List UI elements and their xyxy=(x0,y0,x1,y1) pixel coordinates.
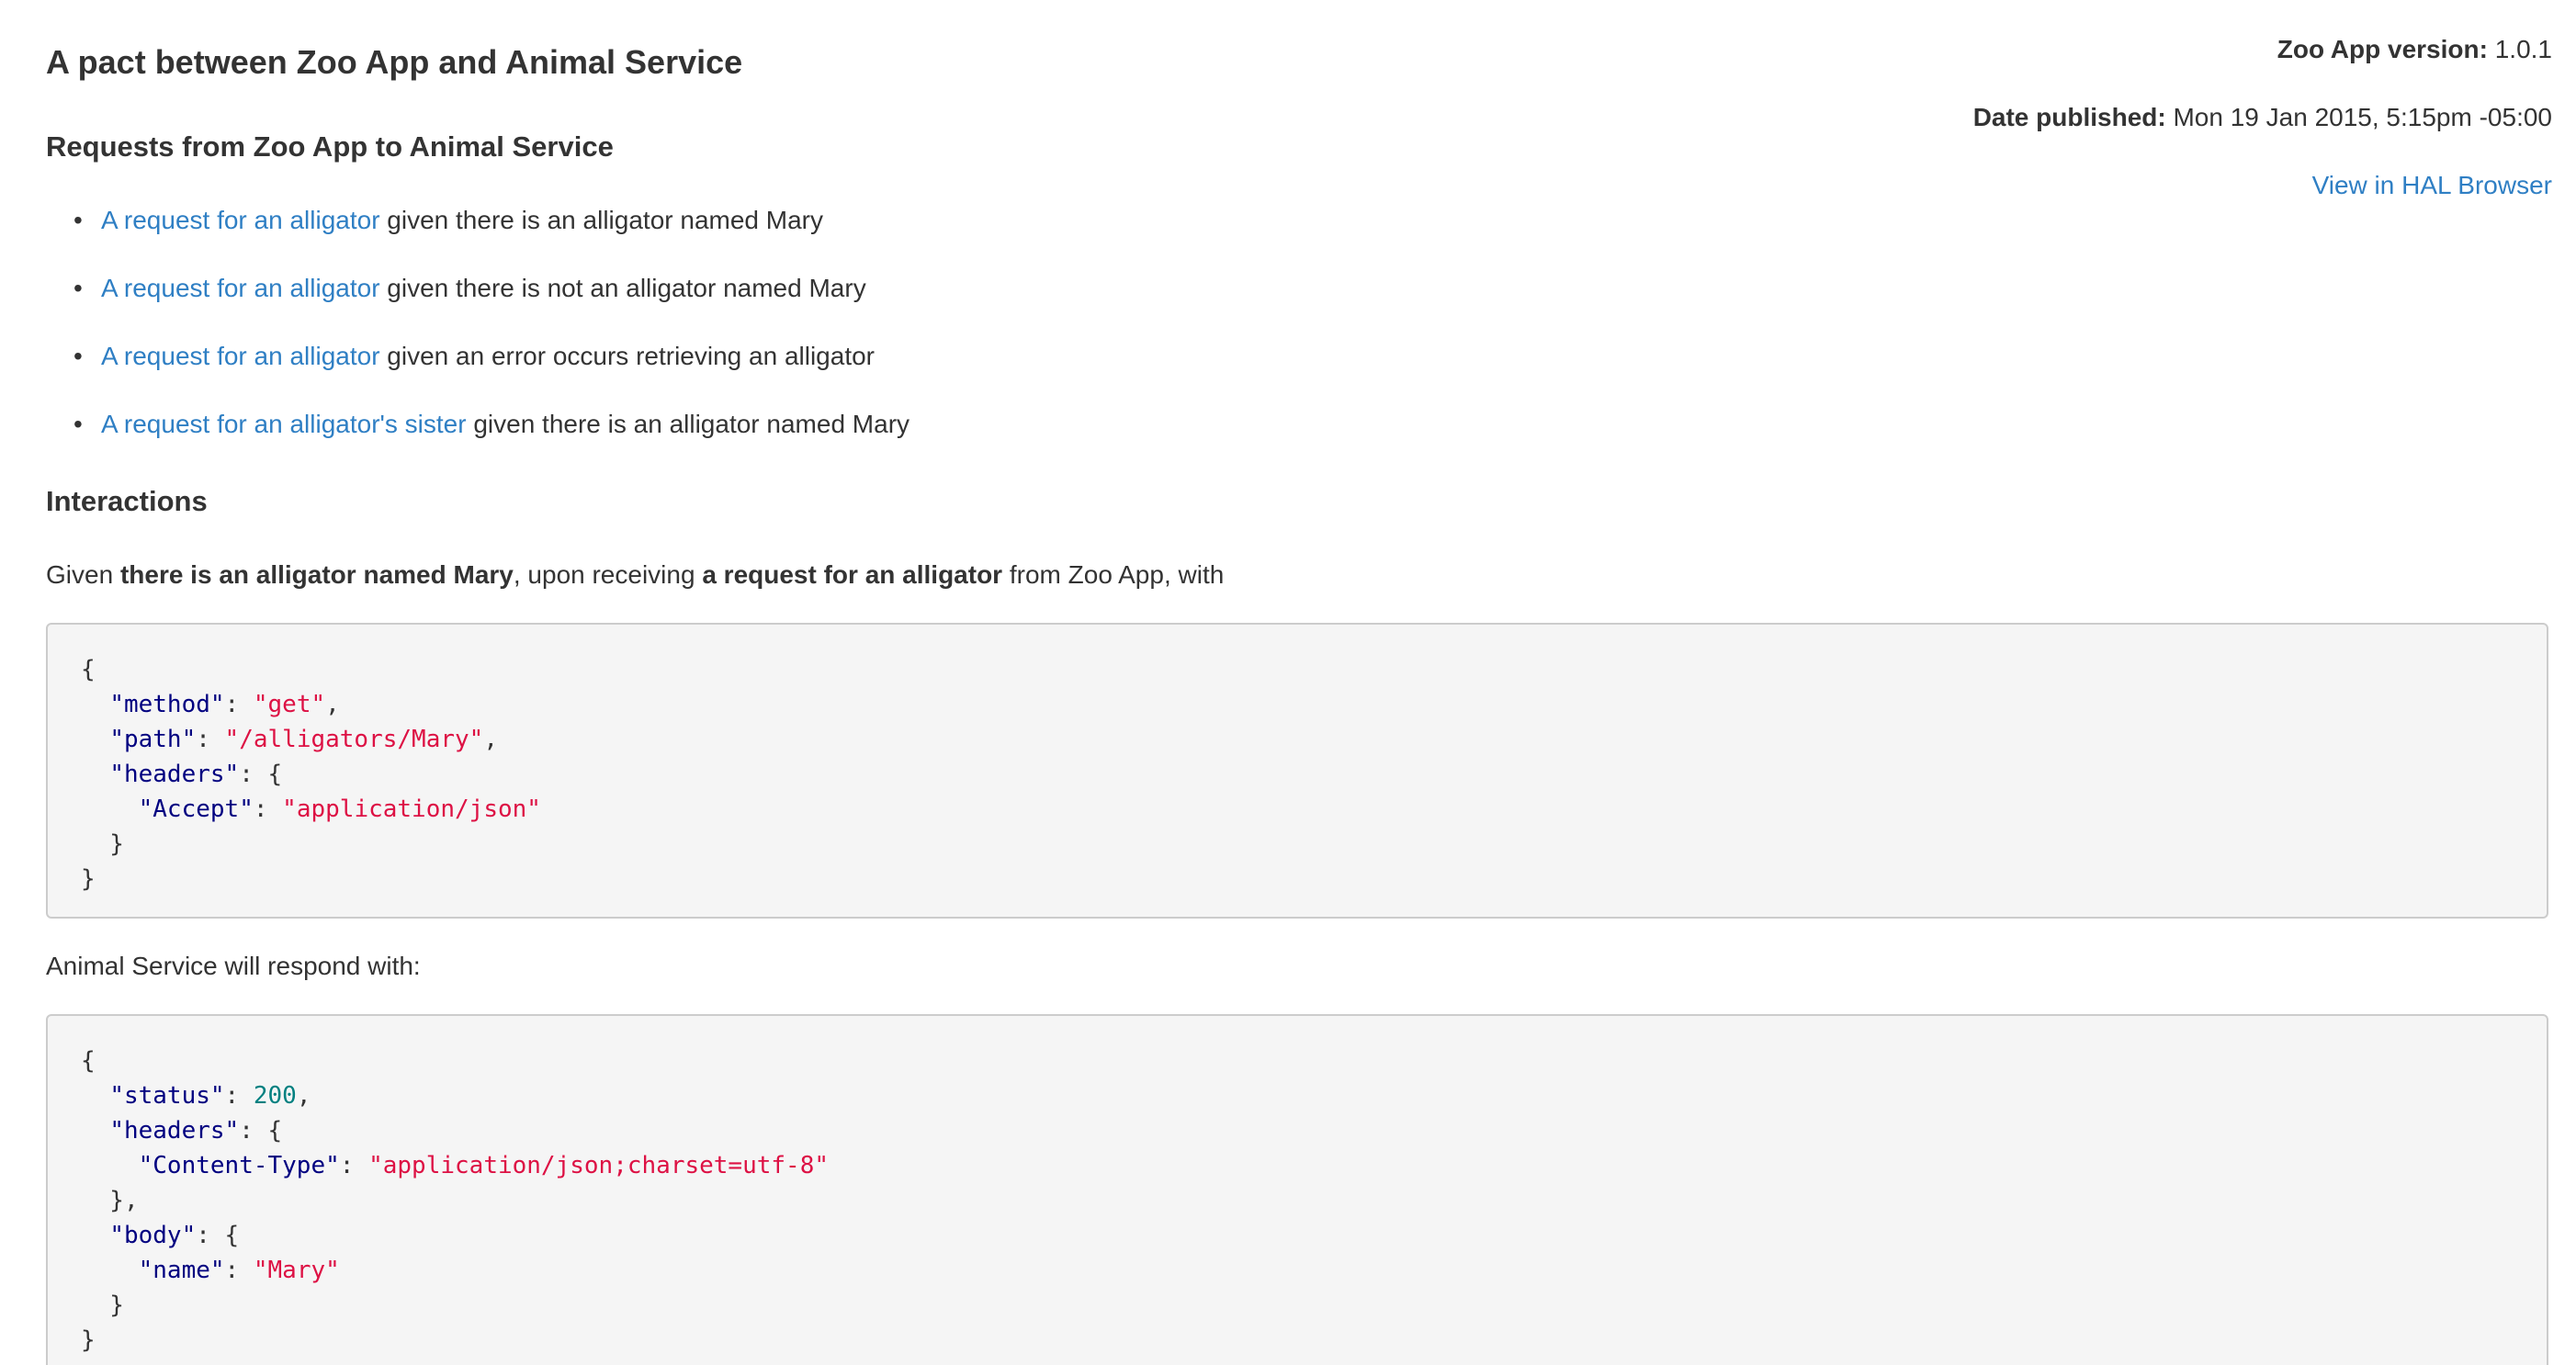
page-title: A pact between Zoo App and Animal Servic… xyxy=(46,43,743,81)
list-item: • A request for an alligator's sister giv… xyxy=(46,406,910,443)
json-key: "method" xyxy=(109,691,225,718)
view-in-hal-browser-link[interactable]: View in HAL Browser xyxy=(2312,171,2552,199)
version-label: Zoo App version: xyxy=(2277,35,2488,63)
request-link[interactable]: A request for an alligator xyxy=(101,206,380,234)
json-key: "path" xyxy=(109,726,197,753)
bullet-icon: • xyxy=(73,342,83,370)
response-json-block: { "status": 200, "headers": { "Content-T… xyxy=(46,1014,2548,1365)
request-link[interactable]: A request for an alligator xyxy=(101,342,380,370)
request-state: given an error occurs retrieving an alli… xyxy=(387,342,875,370)
version-row: Zoo App version: 1.0.1 xyxy=(1973,31,2552,68)
published-value: Mon 19 Jan 2015, 5:15pm -05:00 xyxy=(2173,103,2552,131)
request-state: given there is not an alligator named Ma… xyxy=(387,274,866,302)
interaction-description: Given there is an alligator named Mary, … xyxy=(46,557,1224,593)
bullet-icon: • xyxy=(73,274,83,302)
json-string: "get" xyxy=(253,691,326,718)
json-key: "status" xyxy=(109,1082,225,1110)
request-json-block: { "method": "get", "path": "/alligators/… xyxy=(46,623,2548,919)
hal-row: View in HAL Browser xyxy=(1973,167,2552,204)
request-link[interactable]: A request for an alligator's sister xyxy=(101,410,467,438)
json-key: "Accept" xyxy=(138,795,254,823)
pact-metadata: Zoo App version: 1.0.1 Date published: M… xyxy=(1973,31,2552,235)
request-state: given there is an alligator named Mary xyxy=(473,410,910,438)
json-key: "Content-Type" xyxy=(138,1152,340,1179)
list-item: • A request for an alligator given there … xyxy=(46,270,910,307)
request-description: a request for an alligator xyxy=(702,560,1003,589)
bullet-icon: • xyxy=(73,410,83,438)
list-item: • A request for an alligator given there … xyxy=(46,202,910,239)
request-state: given there is an alligator named Mary xyxy=(387,206,823,234)
from-consumer-text: from Zoo App, with xyxy=(1009,560,1225,589)
bullet-icon: • xyxy=(73,206,83,234)
upon-receiving-text: , upon receiving xyxy=(513,560,695,589)
list-item: • A request for an alligator given an err… xyxy=(46,338,910,375)
interactions-heading: Interactions xyxy=(46,485,208,517)
json-string: "/alligators/Mary" xyxy=(224,726,484,753)
published-row: Date published: Mon 19 Jan 2015, 5:15pm … xyxy=(1973,99,2552,136)
json-number: 200 xyxy=(253,1082,297,1110)
respond-text: Animal Service will respond with: xyxy=(46,952,421,980)
published-label: Date published: xyxy=(1972,103,2166,131)
provider-state: there is an alligator named Mary xyxy=(119,560,514,589)
json-key: "name" xyxy=(138,1257,225,1284)
version-value: 1.0.1 xyxy=(2494,35,2552,63)
json-string: "application/json;charset=utf-8" xyxy=(368,1152,829,1179)
json-string: "Mary" xyxy=(253,1257,340,1284)
request-list: • A request for an alligator given there … xyxy=(46,202,910,474)
request-link[interactable]: A request for an alligator xyxy=(101,274,380,302)
json-key: "body" xyxy=(109,1222,197,1249)
requests-heading: Requests from Zoo App to Animal Service xyxy=(46,130,614,163)
json-key: "headers" xyxy=(109,761,240,788)
json-string: "application/json" xyxy=(282,795,541,823)
pact-page: Zoo App version: 1.0.1 Date published: M… xyxy=(46,0,2552,1365)
json-key: "headers" xyxy=(109,1117,240,1145)
given-prefix: Given xyxy=(46,560,114,589)
